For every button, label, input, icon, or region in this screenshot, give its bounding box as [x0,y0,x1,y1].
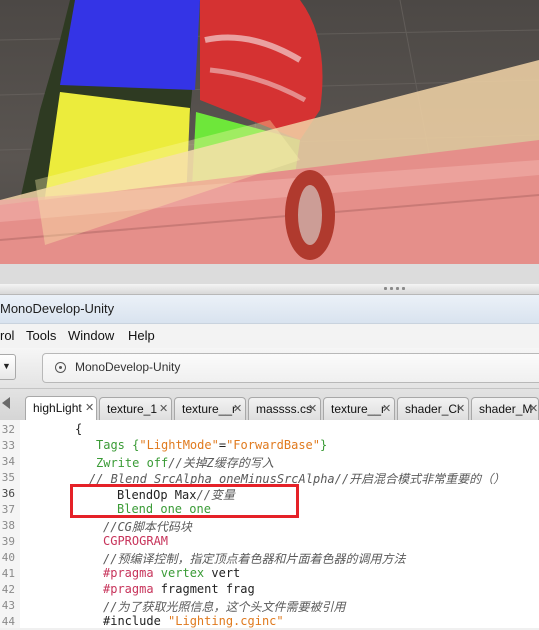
line-number: 44 [1,615,15,628]
monodevelop-status-icon [55,362,66,373]
status-display: MonoDevelop-Unity [42,353,539,383]
code-line[interactable]: 40 //预编译控制，指定顶点着色器和片面着色器的调用方法 [0,550,539,566]
close-icon[interactable]: ✕ [159,402,168,415]
code-token: //预编译控制，指定顶点着色器和片面着色器的调用方法 [103,552,406,566]
scene-render [0,0,539,264]
splitter-grip [402,287,405,290]
close-icon[interactable]: ✕ [233,402,242,415]
tab-label: texture__r [182,402,237,416]
line-number: 32 [1,423,15,436]
menu-window[interactable]: Window [68,328,114,343]
line-number: 42 [1,583,15,596]
code-text: //为了获取光照信息，这个头文件需要被引用 [103,598,345,615]
line-number: 41 [1,567,15,580]
code-token: //关掉Z缓存的写入 [168,456,274,470]
close-icon[interactable]: ✕ [85,401,94,414]
splitter-grip [390,287,393,290]
menu-control[interactable]: rol [0,328,14,343]
tab-label: highLight [33,401,82,415]
code-line[interactable]: 42 #pragma fragment frag [0,582,539,598]
line-number: 43 [1,599,15,612]
status-text: MonoDevelop-Unity [75,360,181,374]
menu-help[interactable]: Help [128,328,155,343]
code-line[interactable]: 39 CGPROGRAM [0,534,539,550]
line-number: 36 [1,487,15,500]
code-line[interactable]: 33 Tags {"LightMode"="ForwardBase"} [0,438,539,454]
code-token: fragment frag [160,582,255,596]
code-text: Tags {"LightMode"="ForwardBase"} [96,438,327,452]
code-token: #pragma [103,582,161,596]
code-token: "Lighting.cginc" [168,614,284,628]
code-text: #pragma vertex vert [103,566,240,580]
line-number: 37 [1,503,15,516]
tab-label: shader_M [479,402,533,416]
code-text: #include "Lighting.cginc" [103,614,284,628]
tab-shader-cl[interactable]: shader_Cl ✕ [397,397,469,420]
code-line[interactable]: 32 { [0,422,539,438]
code-token: = [218,438,227,452]
splitter-grip [396,287,399,290]
code-text: CGPROGRAM [103,534,168,548]
code-line[interactable]: 34 Zwrite off//关掉Z缓存的写入 [0,454,539,470]
splitter-grip [384,287,387,290]
code-text: { [75,422,82,436]
code-line[interactable]: 41 #pragma vertex vert [0,566,539,582]
line-number: 39 [1,535,15,548]
close-icon[interactable]: ✕ [456,402,465,415]
tab-texture-1[interactable]: texture_1 ✕ [99,397,172,420]
line-number: 40 [1,551,15,564]
tab-massss[interactable]: massss.cs ✕ [248,397,321,420]
run-config-dropdown[interactable]: ▼ [0,354,16,380]
code-token: CGPROGRAM [103,534,169,548]
code-line[interactable]: 43 //为了获取光照信息，这个头文件需要被引用 [0,598,539,614]
code-text: #pragma fragment frag [103,582,255,596]
code-text: //CG脚本代码块 [103,518,192,535]
code-token: #include [103,614,169,628]
line-number: 33 [1,439,15,452]
code-token: } [320,438,328,452]
tab-label: texture__r [331,402,386,416]
close-icon[interactable]: ✕ [382,402,391,415]
code-token: Zwrite off [96,456,169,470]
code-token: //CG脚本代码块 [103,520,192,534]
code-token: vert [211,566,241,580]
panel-splitter[interactable] [0,284,539,295]
scene-viewport[interactable] [0,0,539,264]
code-token: #pragma [103,566,161,580]
chevron-down-icon: ▼ [2,361,11,371]
code-token: //为了获取光照信息，这个头文件需要被引用 [103,600,346,614]
tab-shader-m[interactable]: shader_M ✕ [471,397,539,420]
tab-label: shader_Cl [405,402,460,416]
window-title: MonoDevelop-Unity [0,301,115,316]
tab-label: massss.cs [256,402,313,416]
line-number: 34 [1,455,15,468]
line-number: 38 [1,519,15,532]
toolbar: ▼ MonoDevelop-Unity [0,348,539,389]
code-text: //预编译控制，指定顶点着色器和片面着色器的调用方法 [103,550,405,567]
code-token: "LightMode" [139,438,219,452]
tab-highlight[interactable]: highLight ✕ [25,396,97,420]
code-line[interactable]: 38 //CG脚本代码块 [0,518,539,534]
code-text: Zwrite off//关掉Z缓存的写入 [96,454,274,471]
code-token: "ForwardBase" [226,438,320,452]
menubar: rol Tools Window Help [0,324,539,348]
tab-label: texture_1 [107,402,158,416]
tab-texture-r-2[interactable]: texture__r ✕ [323,397,395,420]
document-tabs: highLight ✕ texture_1 ✕ texture__r ✕ mas… [0,389,539,421]
code-token: Tags { [96,438,140,452]
tab-texture-r[interactable]: texture__r ✕ [174,397,246,420]
menu-tools[interactable]: Tools [26,328,56,343]
code-token: { [75,422,83,436]
tab-scroll-left-icon[interactable] [2,397,10,409]
close-icon[interactable]: ✕ [308,402,317,415]
window-titlebar[interactable]: MonoDevelop-Unity [0,295,539,324]
code-token: vertex [160,566,212,580]
line-number: 35 [1,471,15,484]
scene-status-area [0,264,539,284]
annotation-highlight-box [70,484,299,518]
close-icon[interactable]: ✕ [529,402,538,415]
code-editor[interactable]: 32 {33 Tags {"LightMode"="ForwardBase"} 34 Z… [0,420,539,628]
